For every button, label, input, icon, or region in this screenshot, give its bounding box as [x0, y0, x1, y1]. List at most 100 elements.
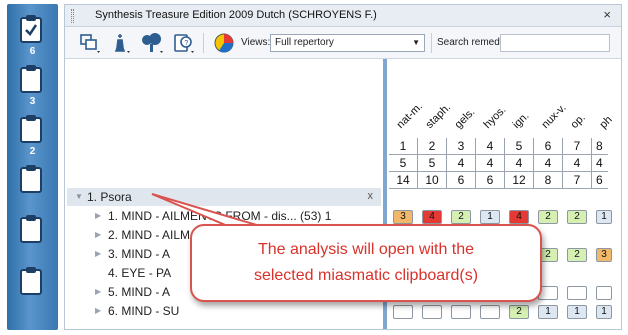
expand-triangle-icon[interactable]: ▶	[95, 211, 101, 220]
grid-rubric-count-cell: 4	[592, 155, 608, 172]
remedy-name[interactable]: op.	[569, 112, 588, 131]
callout-bubble: The analysis will open with the selected…	[190, 224, 542, 302]
grid-score-cell: 6	[592, 172, 608, 189]
toolbar-separator	[431, 33, 432, 53]
pie-chart-icon[interactable]	[211, 31, 237, 55]
grade-box[interactable]: 2	[451, 210, 471, 224]
grid-rank-cell: 3	[447, 138, 476, 155]
clipboard-2-count: 3	[29, 96, 36, 107]
grade-box[interactable]: 3	[596, 248, 612, 262]
book-info-icon[interactable]: ?	[171, 31, 197, 55]
grid-score-cell: 12	[505, 172, 534, 189]
collapse-triangle-icon[interactable]: ▼	[75, 192, 83, 201]
window-title: Synthesis Treasure Edition 2009 Dutch (S…	[95, 9, 377, 21]
remedy-name[interactable]: gels.	[453, 106, 478, 131]
callout-line-1: The analysis will open with the	[257, 241, 475, 258]
screenshot-frame: 6 3 2 Synthesis Treasure Edition 2009 Du…	[0, 0, 628, 335]
expand-triangle-icon[interactable]: ▶	[95, 230, 101, 239]
grid-rank-cell: 7	[563, 138, 592, 155]
grade-box[interactable]: 3	[393, 210, 413, 224]
expand-triangle-icon[interactable]: ▶	[95, 306, 101, 315]
remedy-name[interactable]: nat-m.	[395, 100, 426, 131]
clipboard-name: 1. Psora	[87, 190, 132, 204]
remedy-name[interactable]: hyos.	[482, 104, 509, 131]
grade-box[interactable]	[596, 286, 612, 300]
rubric-pane-empty	[65, 59, 383, 189]
grid-rank-cell: 1	[389, 138, 418, 155]
grade-box[interactable]	[480, 305, 500, 319]
grid-rubric-count-cell: 5	[418, 155, 447, 172]
grid-rubric-count-cell: 4	[476, 155, 505, 172]
clipboard-4-icon[interactable]	[19, 164, 43, 194]
grid-rank-cell: 6	[534, 138, 563, 155]
views-select-value: Full repertory	[275, 37, 334, 48]
grid-rubric-count-cell: 4	[447, 155, 476, 172]
grid-score-cell: 6	[476, 172, 505, 189]
grid-rank-cell: 2	[418, 138, 447, 155]
grid-score-cell: 7	[563, 172, 592, 189]
grade-box[interactable]: 4	[509, 210, 529, 224]
search-remedy-input[interactable]	[500, 34, 610, 52]
grade-box[interactable]: 1	[596, 210, 612, 224]
grid-score-cell: 14	[389, 172, 418, 189]
grade-box[interactable]: 2	[509, 305, 529, 319]
grid-rank-cell: 5	[505, 138, 534, 155]
remedy-name[interactable]: staph.	[424, 101, 454, 131]
grid-score-cell: 8	[534, 172, 563, 189]
search-remedy-label: Search remedy:	[437, 37, 508, 48]
grid-rubric-count-cell: 4	[505, 155, 534, 172]
grid-score-cell: 10	[418, 172, 447, 189]
rubric-row[interactable]: ▶ 6. MIND - SU	[67, 302, 383, 321]
views-select[interactable]: Full repertory ▼	[270, 34, 425, 52]
grid-rubric-count-cell: 4	[534, 155, 563, 172]
clipboard-close-icon[interactable]: x	[368, 190, 374, 202]
expand-triangle-icon[interactable]: ▶	[95, 287, 101, 296]
expand-triangle-icon[interactable]: ▶	[95, 249, 101, 258]
clipboard-1-checked-icon[interactable]	[19, 14, 43, 44]
grade-box[interactable]	[393, 305, 413, 319]
grade-box[interactable]: 2	[538, 210, 558, 224]
views-label: Views:	[241, 37, 271, 48]
grade-box[interactable]: 1	[480, 210, 500, 224]
chevron-down-icon: ▼	[412, 38, 420, 47]
callout-line-2: selected miasmatic clipboard(s)	[253, 267, 479, 284]
grid-rubric-count-cell: 5	[389, 155, 418, 172]
grid-score-cell: 6	[447, 172, 476, 189]
remedy-header: nat-m. staph. gels. hyos. ign. nux-v. op. ph	[387, 59, 623, 139]
chess-king-icon[interactable]	[107, 31, 133, 55]
clipboards-icon[interactable]	[77, 31, 103, 55]
toolbar: ? Views: Full repertory ▼ Search remedy:	[65, 27, 621, 59]
remedy-name[interactable]: nux-v.	[540, 102, 569, 131]
grid-rank-cell: 8	[592, 138, 608, 155]
grid-rubric-count-cell: 4	[563, 155, 592, 172]
clipboard-6-icon[interactable]	[19, 266, 43, 296]
clipboard-2-icon[interactable]	[19, 64, 43, 94]
grade-box[interactable]	[422, 305, 442, 319]
rubric-label: 6. MIND - SU	[108, 304, 180, 318]
rubric-label: 4. EYE - PA	[108, 266, 172, 280]
grade-box[interactable]: 1	[538, 305, 558, 319]
title-bar: Synthesis Treasure Edition 2009 Dutch (S…	[65, 5, 621, 27]
window-close-button[interactable]: ×	[603, 7, 611, 22]
tree-icon[interactable]	[139, 31, 165, 55]
clipboard-3-count: 2	[29, 146, 36, 157]
remedy-name[interactable]: ign.	[511, 110, 532, 131]
grid-rank-cell: 4	[476, 138, 505, 155]
grade-box[interactable]: 1	[567, 305, 587, 319]
grade-box[interactable]: 2	[567, 210, 587, 224]
clipboard-1-count: 6	[29, 46, 36, 57]
grade-box[interactable]	[451, 305, 471, 319]
toolbar-separator	[203, 33, 204, 53]
drag-grip-icon[interactable]	[71, 9, 74, 23]
grade-box[interactable]: 1	[596, 305, 612, 319]
clipboard-5-icon[interactable]	[19, 214, 43, 244]
grade-box[interactable]: 2	[567, 248, 587, 262]
clipboard-3-icon[interactable]	[19, 114, 43, 144]
svg-text:?: ?	[184, 40, 188, 47]
grade-box[interactable]	[567, 286, 587, 300]
remedy-name[interactable]: ph	[598, 114, 615, 131]
rubric-label: 5. MIND - A	[108, 285, 171, 299]
grade-box[interactable]: 4	[422, 210, 442, 224]
clipboard-rail: 6 3 2	[7, 4, 58, 330]
rubric-label: 3. MIND - A	[108, 247, 171, 261]
